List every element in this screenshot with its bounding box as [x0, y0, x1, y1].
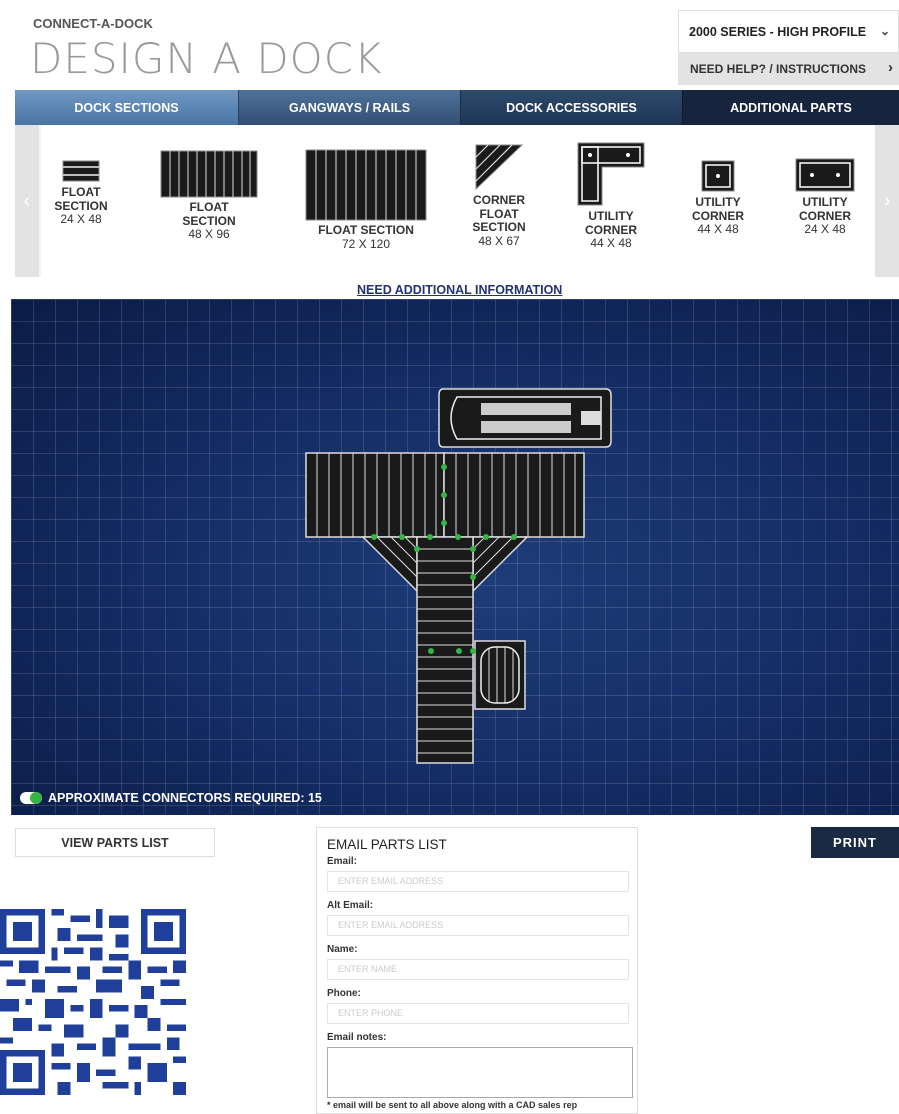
product-label: UTILITY — [695, 195, 741, 209]
chevron-right-icon: › — [888, 59, 893, 76]
product-utility-corner-l[interactable]: UTILITY CORNER 44 X 48 — [575, 141, 647, 251]
tab-gangways-rails[interactable]: GANGWAYS / RAILS — [238, 90, 460, 125]
qr-code-image — [0, 909, 186, 1095]
email-footnote: * email will be sent to all above along … — [327, 1100, 578, 1110]
product-utility-corner-24x48[interactable]: UTILITY CORNER 24 X 48 — [789, 157, 861, 237]
notes-label: Email notes: — [327, 1032, 387, 1043]
product-size: 48 X 96 — [188, 227, 230, 241]
chevron-left-icon: ‹ — [23, 189, 31, 212]
series-select-value: 2000 SERIES - HIGH PROFILE — [689, 24, 867, 39]
product-label: FLOAT — [189, 200, 229, 214]
help-instructions-link[interactable]: NEED HELP? / INSTRUCTIONS › — [678, 53, 899, 85]
carousel-next-button[interactable]: › — [875, 125, 899, 277]
product-carousel: ‹ FLOAT SECTION 24 X 48 FLOAT SECTION 48… — [15, 125, 899, 277]
product-size: 24 X 48 — [804, 222, 846, 236]
product-label: CORNER — [798, 208, 851, 223]
product-size: 44 X 48 — [697, 222, 739, 236]
product-label: SECTION — [472, 220, 526, 234]
tab-dock-sections[interactable]: DOCK SECTIONS — [15, 90, 238, 125]
design-canvas[interactable]: APPROXIMATE CONNECTORS REQUIRED: 15 — [11, 299, 899, 815]
product-label: FLOAT — [479, 206, 519, 221]
product-size: 72 X 120 — [341, 236, 391, 251]
category-tabs: DOCK SECTIONS GANGWAYS / RAILS DOCK ACCE… — [15, 90, 899, 125]
help-label: NEED HELP? / INSTRUCTIONS — [690, 62, 867, 76]
product-label: CORNER — [472, 193, 525, 207]
float-section-icon — [305, 149, 427, 221]
utility-corner-side[interactable] — [474, 640, 526, 710]
jetski-port[interactable] — [438, 388, 612, 448]
email-notes-textarea[interactable] — [327, 1047, 633, 1098]
product-label: CORNER — [691, 208, 744, 223]
email-label: Email: — [327, 856, 358, 867]
need-info-link[interactable]: NEED ADDITIONAL INFORMATION — [357, 283, 562, 297]
float-section-left[interactable] — [305, 452, 445, 538]
product-size: 48 X 67 — [478, 233, 520, 248]
float-section-icon — [62, 160, 100, 182]
corner-float-left[interactable] — [361, 536, 418, 593]
product-float-24x48[interactable]: FLOAT SECTION 24 X 48 — [51, 159, 111, 227]
product-label: UTILITY — [588, 209, 634, 223]
connectors-required: APPROXIMATE CONNECTORS REQUIRED: 15 — [20, 791, 322, 805]
product-label: UTILITY — [802, 195, 848, 209]
product-label: FLOAT — [61, 185, 101, 199]
product-float-72x120[interactable]: FLOAT SECTION 72 X 120 — [303, 149, 429, 251]
float-section-right[interactable] — [443, 452, 585, 538]
corner-float-icon — [475, 144, 524, 191]
product-float-48x96[interactable]: FLOAT SECTION 48 X 96 — [159, 150, 259, 242]
alt-email-label: Alt Email: — [327, 900, 374, 911]
phone-label: Phone: — [327, 988, 361, 999]
product-label: FLOAT SECTION — [318, 223, 414, 237]
series-select[interactable]: 2000 SERIES - HIGH PROFILE ⌄ — [678, 10, 899, 53]
email-field[interactable]: ENTER EMAIL ADDRESS — [327, 871, 629, 892]
product-label: CORNER — [584, 222, 637, 237]
phone-field[interactable]: ENTER PHONE — [327, 1003, 629, 1024]
view-parts-list-button[interactable]: VIEW PARTS LIST — [15, 828, 215, 857]
corner-float-right[interactable] — [472, 536, 529, 593]
tab-additional-parts[interactable]: ADDITIONAL PARTS — [682, 90, 899, 125]
product-corner-48x67[interactable]: CORNER FLOAT SECTION 48 X 67 — [464, 143, 534, 248]
carousel-prev-button[interactable]: ‹ — [15, 125, 39, 277]
alt-email-field[interactable]: ENTER EMAIL ADDRESS — [327, 915, 629, 936]
brand-label: CONNECT-A-DOCK — [33, 16, 153, 31]
product-label: SECTION — [182, 213, 236, 228]
utility-corner-icon — [795, 158, 855, 192]
tab-dock-accessories[interactable]: DOCK ACCESSORIES — [460, 90, 682, 125]
page-title: DESIGN A DOCK — [30, 34, 383, 83]
walkway-float[interactable] — [416, 536, 474, 764]
utility-corner-icon — [577, 142, 645, 206]
float-section-icon — [160, 150, 258, 198]
product-size: 24 X 48 — [60, 212, 102, 226]
chevron-right-icon: › — [883, 189, 891, 212]
product-label: SECTION — [54, 198, 108, 213]
utility-corner-icon — [701, 160, 735, 192]
print-button[interactable]: PRINT — [811, 827, 899, 858]
product-utility-corner-square[interactable]: UTILITY CORNER 44 X 48 — [689, 159, 747, 237]
dock-layout — [305, 388, 612, 764]
name-field[interactable]: ENTER NAME — [327, 959, 629, 980]
product-list: FLOAT SECTION 24 X 48 FLOAT SECTION 48 X… — [41, 125, 875, 277]
connectors-label: APPROXIMATE CONNECTORS REQUIRED: 15 — [48, 791, 322, 805]
product-size: 44 X 48 — [590, 236, 632, 250]
email-parts-form: EMAIL PARTS LIST Email: ENTER EMAIL ADDR… — [316, 827, 638, 1114]
name-label: Name: — [327, 944, 358, 955]
email-form-title: EMAIL PARTS LIST — [327, 837, 447, 852]
chevron-down-icon: ⌄ — [879, 24, 890, 38]
connectors-toggle[interactable] — [20, 792, 42, 804]
